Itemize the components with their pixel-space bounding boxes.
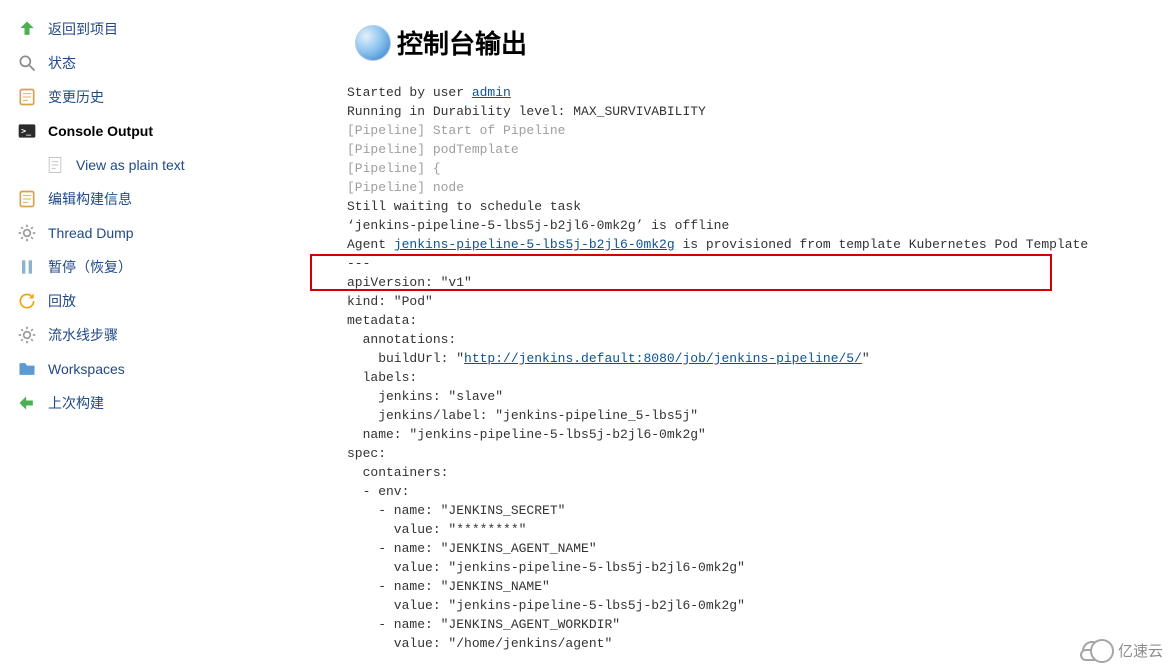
main-content: 控制台输出 Started by user admin Running in D… xyxy=(345,0,1171,669)
console-line: value: "********" xyxy=(347,522,526,537)
console-line: Started by user admin xyxy=(347,85,511,100)
notepad-icon xyxy=(16,188,38,210)
replay-icon xyxy=(16,290,38,312)
console-line: --- xyxy=(347,256,370,271)
gear-icon xyxy=(16,324,38,346)
sidebar-item-label: 状态 xyxy=(48,53,76,73)
arrow-up-icon xyxy=(16,18,38,40)
console-line: containers: xyxy=(347,465,448,480)
console-line: - name: "JENKINS_AGENT_WORKDIR" xyxy=(347,617,620,632)
sidebar-item-3[interactable]: >_ Console Output xyxy=(12,114,337,148)
console-line: [Pipeline] node xyxy=(347,180,464,195)
sidebar-item-label: 编辑构建信息 xyxy=(48,189,132,209)
svg-text:>_: >_ xyxy=(21,126,32,136)
sidebar-item-11[interactable]: 上次构建 xyxy=(12,386,337,420)
sidebar-item-4[interactable]: View as plain text xyxy=(12,148,337,182)
sidebar-item-9[interactable]: 流水线步骤 xyxy=(12,318,337,352)
document-icon xyxy=(44,154,66,176)
console-line: value: "/home/jenkins/agent" xyxy=(347,636,612,651)
sidebar-item-0[interactable]: 返回到项目 xyxy=(12,12,337,46)
console-line: value: "jenkins-pipeline-5-lbs5j-b2jl6-0… xyxy=(347,598,745,613)
console-line: jenkins/label: "jenkins-pipeline_5-lbs5j… xyxy=(347,408,698,423)
sidebar-item-7[interactable]: 暂停（恢复） xyxy=(12,250,337,284)
sidebar-item-label: Workspaces xyxy=(48,361,125,377)
agent-link[interactable]: jenkins-pipeline-5-lbs5j-b2jl6-0mk2g xyxy=(394,237,675,252)
console-line: value: "jenkins-pipeline-5-lbs5j-b2jl6-0… xyxy=(347,560,745,575)
console-line: Agent jenkins-pipeline-5-lbs5j-b2jl6-0mk… xyxy=(347,237,1088,252)
sidebar-item-10[interactable]: Workspaces xyxy=(12,352,337,386)
sidebar-item-1[interactable]: 状态 xyxy=(12,46,337,80)
console-line: - name: "JENKINS_AGENT_NAME" xyxy=(347,541,597,556)
watermark-logo: 亿速云 xyxy=(1078,639,1163,661)
sidebar: 返回到项目状态变更历史 >_ Console Output View as plain… xyxy=(0,0,345,669)
console-line: metadata: xyxy=(347,313,417,328)
console-line: [Pipeline] Start of Pipeline xyxy=(347,123,565,138)
console-output: Started by user admin Running in Durabil… xyxy=(347,83,1151,653)
notepad-icon xyxy=(16,86,38,108)
watermark-text: 亿速云 xyxy=(1118,640,1163,661)
console-line: [Pipeline] podTemplate xyxy=(347,142,519,157)
console-line: jenkins: "slave" xyxy=(347,389,503,404)
console-line: ‘jenkins-pipeline-5-lbs5j-b2jl6-0mk2g’ i… xyxy=(347,218,729,233)
console-line: Still waiting to schedule task xyxy=(347,199,581,214)
console-line: [Pipeline] { xyxy=(347,161,441,176)
page-title: 控制台输出 xyxy=(397,24,527,61)
gear-icon xyxy=(16,222,38,244)
sidebar-item-label: 回放 xyxy=(48,291,76,311)
console-line: labels: xyxy=(347,370,417,385)
console-line: - name: "JENKINS_SECRET" xyxy=(347,503,565,518)
arrow-left-icon xyxy=(16,392,38,414)
sidebar-item-label: 变更历史 xyxy=(48,87,104,107)
user-link[interactable]: admin xyxy=(472,85,511,100)
console-line: - env: xyxy=(347,484,409,499)
folder-icon xyxy=(16,358,38,380)
console-line: - name: "JENKINS_NAME" xyxy=(347,579,550,594)
sidebar-item-5[interactable]: 编辑构建信息 xyxy=(12,182,337,216)
sidebar-item-6[interactable]: Thread Dump xyxy=(12,216,337,250)
console-line: annotations: xyxy=(347,332,456,347)
search-icon xyxy=(16,52,38,74)
sidebar-item-label: 上次构建 xyxy=(48,393,104,413)
console-line: buildUrl: "http://jenkins.default:8080/j… xyxy=(347,351,870,366)
build-url-link[interactable]: http://jenkins.default:8080/job/jenkins-… xyxy=(464,351,862,366)
console-line: spec: xyxy=(347,446,386,461)
pause-icon xyxy=(16,256,38,278)
sidebar-item-label: 返回到项目 xyxy=(48,19,118,39)
sidebar-item-label: View as plain text xyxy=(76,157,185,173)
sidebar-item-label: 暂停（恢复） xyxy=(48,257,132,277)
console-line: name: "jenkins-pipeline-5-lbs5j-b2jl6-0m… xyxy=(347,427,706,442)
terminal-icon: >_ xyxy=(16,120,38,142)
sidebar-item-label: 流水线步骤 xyxy=(48,325,118,345)
sidebar-item-8[interactable]: 回放 xyxy=(12,284,337,318)
status-orb-icon xyxy=(355,25,391,61)
page-heading: 控制台输出 xyxy=(355,24,1151,61)
cloud-icon xyxy=(1078,639,1112,661)
sidebar-item-2[interactable]: 变更历史 xyxy=(12,80,337,114)
sidebar-item-label: Thread Dump xyxy=(48,225,134,241)
console-line: Running in Durability level: MAX_SURVIVA… xyxy=(347,104,706,119)
console-line: kind: "Pod" xyxy=(347,294,433,309)
sidebar-item-label: Console Output xyxy=(48,123,153,139)
console-line: apiVersion: "v1" xyxy=(347,275,472,290)
